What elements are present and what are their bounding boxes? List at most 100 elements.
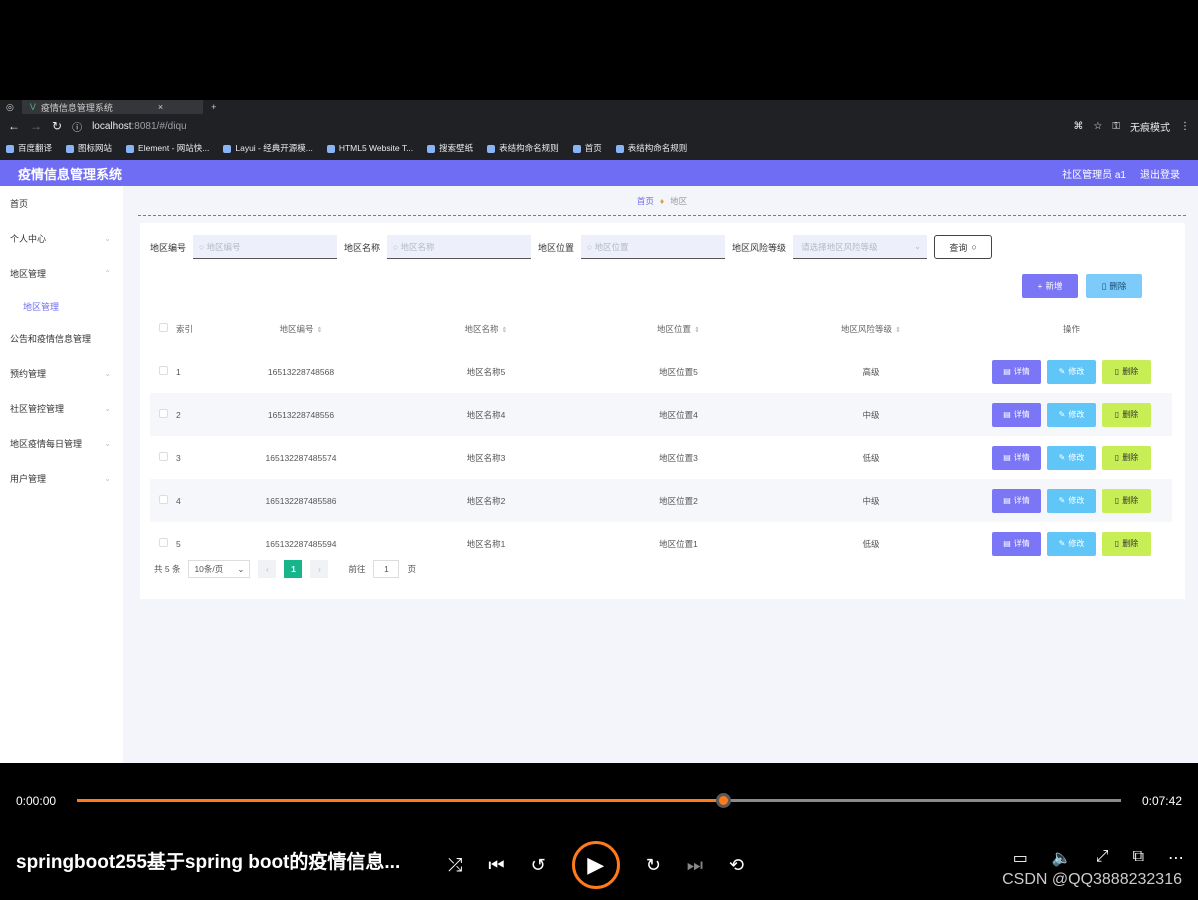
- detail-button[interactable]: ▤ 详情: [992, 445, 1041, 470]
- bookmark-item[interactable]: 搜索壁纸: [427, 142, 473, 154]
- cell-name: 地区名称4: [386, 393, 586, 436]
- play-button[interactable]: ▶: [571, 841, 620, 889]
- bookmark-item[interactable]: Layui - 经典开源模...: [223, 142, 313, 154]
- logout-link[interactable]: 退出登录: [1140, 166, 1180, 181]
- bookmark-item[interactable]: 表结构命名规则: [487, 142, 559, 154]
- row-checkbox[interactable]: [158, 538, 168, 547]
- col-code[interactable]: 地区编号 ⇕: [216, 307, 386, 350]
- reload-icon[interactable]: ↻: [52, 119, 62, 133]
- edit-button[interactable]: ✎ 修改: [1047, 445, 1096, 470]
- add-button[interactable]: + 新增: [1022, 274, 1078, 298]
- edit-button[interactable]: ✎ 修改: [1047, 402, 1096, 427]
- tab-title: 疫情信息管理系统: [40, 102, 113, 113]
- delete-button[interactable]: ▯ 删除: [1102, 531, 1151, 556]
- close-icon[interactable]: ×: [158, 102, 163, 112]
- edit-button[interactable]: ✎ 修改: [1047, 531, 1096, 556]
- delete-button[interactable]: ▯ 删除: [1102, 359, 1151, 384]
- profile-label[interactable]: 无痕模式: [1130, 119, 1170, 134]
- bookmark-item[interactable]: HTML5 Website T...: [326, 143, 413, 153]
- sidebar-item-community[interactable]: 社区管控管理 ⌄: [0, 391, 123, 426]
- prev-page-button[interactable]: ‹: [258, 560, 277, 578]
- name-input[interactable]: ○ 地区名称: [387, 235, 532, 259]
- star-icon[interactable]: ☆: [1093, 121, 1102, 132]
- vue-icon: V: [29, 102, 36, 112]
- detail-button[interactable]: ▤ 详情: [992, 359, 1041, 384]
- shuffle-icon[interactable]: ⤮: [448, 855, 462, 876]
- edit-button[interactable]: ✎ 修改: [1047, 488, 1096, 513]
- delete-button[interactable]: ▯ 删除: [1102, 402, 1151, 427]
- search-icon: ○: [199, 241, 207, 252]
- next-page-button[interactable]: ›: [310, 560, 329, 578]
- seek-handle[interactable]: [716, 793, 732, 808]
- repeat-off-icon[interactable]: ⟲: [729, 855, 744, 876]
- cell-code: 165132287485594: [265, 538, 337, 549]
- query-button[interactable]: 查询 ○: [934, 235, 993, 259]
- watermark-credit: CSDN @QQ3888232316: [1002, 871, 1182, 888]
- bookmark-item[interactable]: 表结构命名规则: [615, 142, 687, 154]
- sidebar-item-region[interactable]: 地区管理 ⌃: [0, 256, 123, 291]
- location-input[interactable]: ○ 地区位置: [581, 235, 726, 259]
- sidebar-subitem-region[interactable]: 地区管理: [0, 291, 123, 321]
- seek-bar[interactable]: [77, 793, 1121, 808]
- risk-select[interactable]: 请选择地区风险等级 ⌄: [793, 235, 928, 259]
- goto-input[interactable]: 1: [373, 560, 400, 578]
- detail-button[interactable]: ▤ 详情: [992, 531, 1041, 556]
- search-icon: ○: [971, 242, 977, 252]
- new-tab-icon[interactable]: +: [211, 102, 216, 112]
- player-right-controls: ▭ 🔈 ⤢ ⧉ ⋯: [1013, 848, 1184, 868]
- sidebar-item-daily[interactable]: 地区疫情每日管理 ⌄: [0, 426, 123, 461]
- more-icon[interactable]: ⋯: [1168, 848, 1184, 868]
- delete-button[interactable]: ▯ 删除: [1102, 445, 1151, 470]
- bookmark-item[interactable]: 百度翻译: [6, 142, 52, 154]
- menu-icon[interactable]: ⋮: [1180, 121, 1190, 132]
- previous-icon[interactable]: ⏮: [488, 855, 504, 876]
- sidebar-item-notice[interactable]: 公告和疫情信息管理: [0, 321, 123, 356]
- page-number[interactable]: 1: [284, 560, 303, 578]
- bag-icon: ♦: [659, 195, 665, 206]
- detail-button[interactable]: ▤ 详情: [992, 488, 1041, 513]
- forward-icon[interactable]: →: [30, 119, 42, 133]
- rewind-10-icon[interactable]: ↺: [531, 855, 546, 876]
- bookmark-item[interactable]: 首页: [572, 142, 602, 154]
- breadcrumb-home[interactable]: 首页: [637, 195, 654, 207]
- current-user: 社区管理员 a1: [1062, 169, 1126, 181]
- bookmark-item[interactable]: Element - 网站快...: [126, 142, 209, 154]
- key-icon[interactable]: ⚿: [1112, 121, 1120, 132]
- edit-button[interactable]: ✎ 修改: [1047, 359, 1096, 384]
- page-size-select[interactable]: 10条/页 ⌄: [188, 560, 251, 578]
- delete-button[interactable]: ▯ 删除: [1102, 488, 1151, 513]
- main-content: 首页 ♦ 地区 地区编号 ○ 地区编号 地区名称 ○ 地区名称 地区位置 ○ 地…: [138, 186, 1188, 763]
- bookmark-item[interactable]: 图标网站: [66, 142, 112, 154]
- cell-index: 1: [176, 366, 181, 377]
- sidebar-item-users[interactable]: 用户管理 ⌄: [0, 461, 123, 496]
- batch-delete-button[interactable]: ▯ 删除: [1086, 274, 1142, 298]
- miniplayer-icon[interactable]: ⧉: [1133, 848, 1144, 868]
- browser-tab[interactable]: V 疫情信息管理系统 ×: [21, 100, 204, 114]
- row-checkbox[interactable]: [158, 366, 168, 375]
- row-checkbox[interactable]: [158, 495, 168, 504]
- code-input[interactable]: ○ 地区编号: [193, 235, 338, 259]
- back-icon[interactable]: ←: [8, 119, 20, 133]
- detail-button[interactable]: ▤ 详情: [992, 402, 1041, 427]
- sidebar-item-booking[interactable]: 预约管理 ⌄: [0, 356, 123, 391]
- select-all-checkbox[interactable]: [158, 323, 168, 332]
- url-field[interactable]: localhost:8081/#/diqu: [92, 121, 1063, 132]
- row-checkbox[interactable]: [158, 409, 168, 418]
- row-checkbox[interactable]: [158, 452, 168, 461]
- sidebar-item-home[interactable]: 首页: [0, 186, 123, 221]
- bookmark-icon: [427, 144, 436, 153]
- col-name[interactable]: 地区名称 ⇕: [386, 307, 586, 350]
- goto-label: 前往: [348, 564, 366, 574]
- fullscreen-icon[interactable]: ⤢: [1096, 848, 1109, 868]
- subtitles-icon[interactable]: ▭: [1013, 848, 1028, 868]
- next-icon[interactable]: ⏭: [687, 855, 703, 876]
- forward-30-icon[interactable]: ↻: [646, 855, 661, 876]
- doc-icon: ▤: [1003, 367, 1011, 376]
- translate-icon[interactable]: ⌘: [1073, 121, 1083, 132]
- table-row: 3 165132287485574 地区名称3 地区位置3 低级 ▤ 详情 ✎ 修改…: [150, 436, 1172, 479]
- col-risk[interactable]: 地区风险等级 ⇕: [771, 307, 971, 350]
- sidebar-item-profile[interactable]: 个人中心 ⌄: [0, 221, 123, 256]
- info-icon[interactable]: ⓘ: [72, 119, 82, 134]
- col-location[interactable]: 地区位置 ⇕: [586, 307, 771, 350]
- volume-icon[interactable]: 🔈: [1052, 848, 1072, 868]
